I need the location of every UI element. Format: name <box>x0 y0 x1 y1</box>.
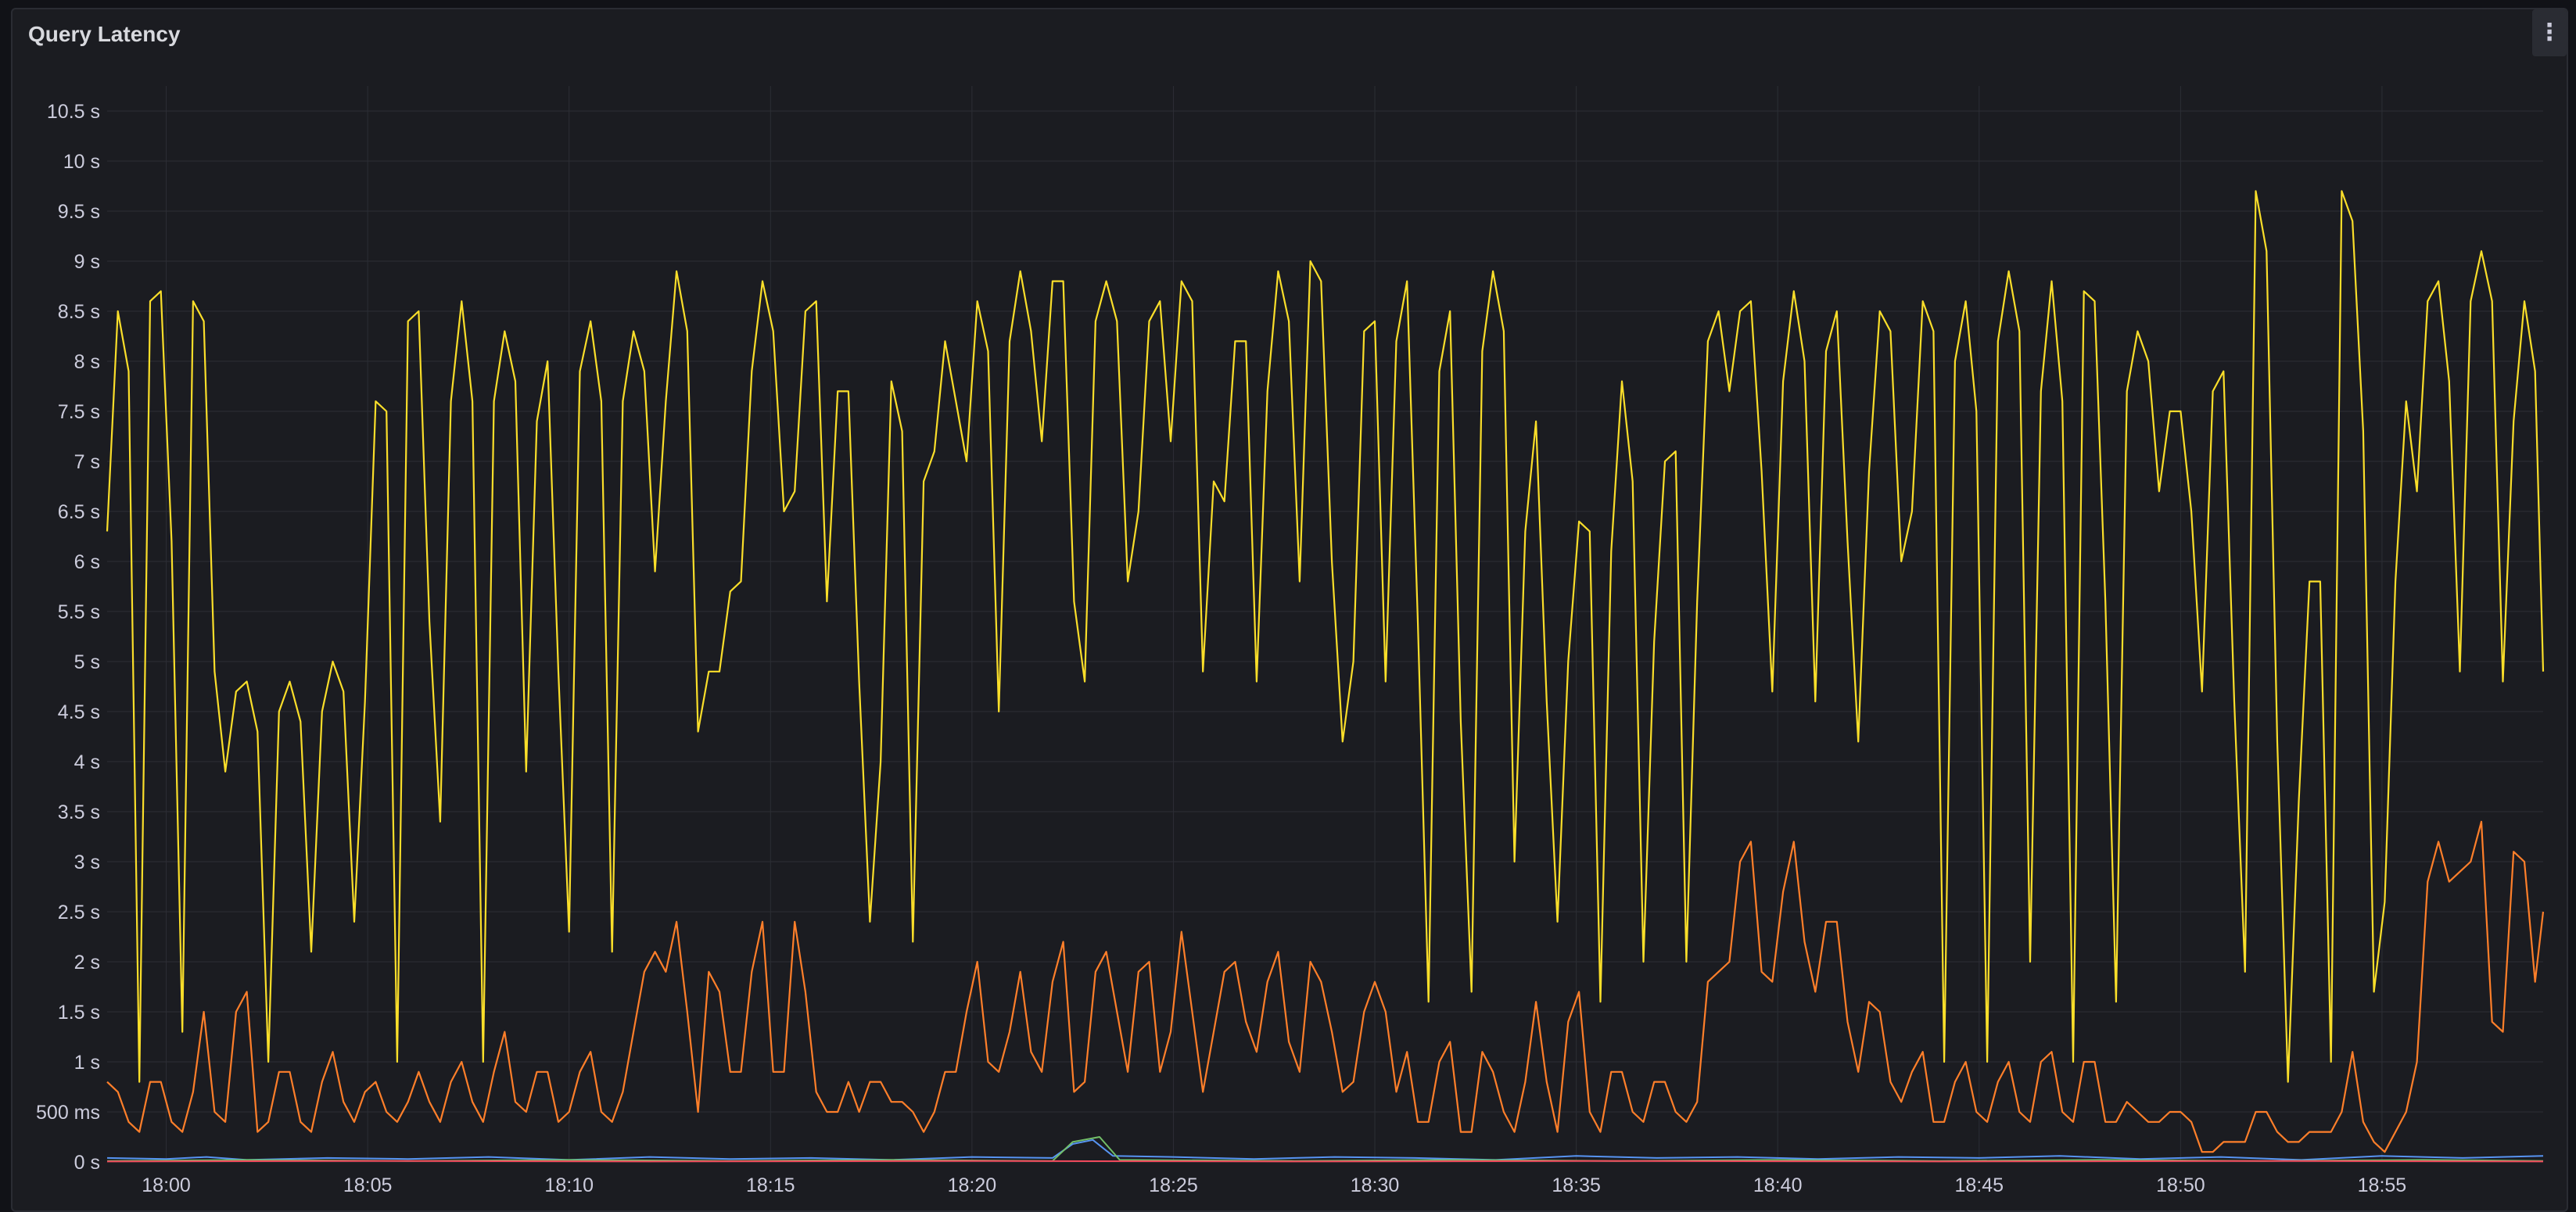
y-tick-label: 3.5 s <box>58 801 100 823</box>
y-tick-label: 6 s <box>74 551 100 573</box>
series-line-4 <box>106 1160 2544 1163</box>
x-tick-label: 18:55 <box>2358 1174 2407 1196</box>
x-tick-label: 18:45 <box>1954 1174 2004 1196</box>
y-axis-ticks: 0 s 500 ms 1 s 1.5 s 2 s 2.5 s 3 s 3.5 s 4 s 4.5 … <box>36 101 100 1174</box>
x-tick-label: 18:15 <box>746 1174 795 1196</box>
y-tick-label: 7.5 s <box>58 401 100 423</box>
y-tick-label: 7 s <box>74 451 100 473</box>
y-tick-label: 8.5 s <box>58 301 100 323</box>
series-line-1 <box>106 820 2545 1153</box>
y-tick-label: 500 ms <box>36 1102 100 1124</box>
x-tick-label: 18:20 <box>948 1174 997 1196</box>
x-tick-label: 18:30 <box>1351 1174 1400 1196</box>
y-tick-label: 9 s <box>74 251 100 273</box>
y-tick-label: 1.5 s <box>58 1002 100 1024</box>
x-axis-ticks: 18:00 18:05 18:10 18:15 18:20 18:25 18:30 18:35… <box>142 1174 2406 1196</box>
y-tick-label: 4 s <box>74 751 100 773</box>
y-tick-label: 10.5 s <box>47 101 100 123</box>
series-line-2 <box>106 1138 2544 1161</box>
x-tick-label: 18:25 <box>1149 1174 1198 1196</box>
y-tick-label: 4.5 s <box>58 701 100 723</box>
y-tick-label: 2 s <box>74 952 100 974</box>
x-tick-label: 18:10 <box>544 1174 594 1196</box>
x-tick-label: 18:50 <box>2156 1174 2205 1196</box>
y-tick-label: 5.5 s <box>58 601 100 623</box>
series-lines <box>106 190 2545 1163</box>
y-tick-label: 8 s <box>74 351 100 373</box>
y-tick-label: 1 s <box>74 1052 100 1074</box>
y-tick-label: 10 s <box>63 151 100 173</box>
y-tick-label: 5 s <box>74 651 100 673</box>
y-tick-label: 9.5 s <box>58 201 100 223</box>
x-tick-label: 18:40 <box>1753 1174 1803 1196</box>
latency-chart: 0 s 500 ms 1 s 1.5 s 2 s 2.5 s 3 s 3.5 s 4 s 4.5 … <box>36 86 2545 1196</box>
x-tick-label: 18:35 <box>1552 1174 1601 1196</box>
x-tick-label: 18:00 <box>142 1174 191 1196</box>
y-tick-label: 3 s <box>74 852 100 873</box>
series-line-0 <box>106 190 2545 1083</box>
x-tick-label: 18:05 <box>343 1174 393 1196</box>
y-tick-label: 6.5 s <box>58 501 100 523</box>
y-tick-label: 0 s <box>74 1152 100 1174</box>
y-tick-label: 2.5 s <box>58 902 100 923</box>
